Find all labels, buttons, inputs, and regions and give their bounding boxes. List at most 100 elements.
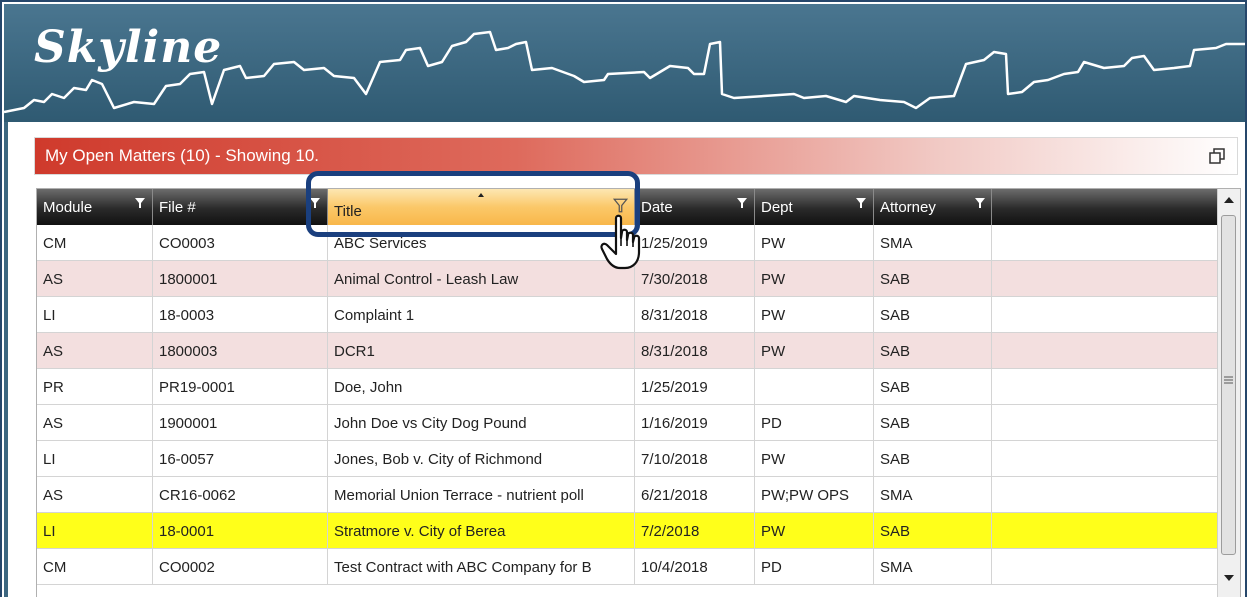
cell-module: AS [37, 405, 153, 441]
cell-file: 1800003 [153, 333, 328, 369]
cell-attorney: SAB [874, 369, 992, 405]
header-banner: Skyline [4, 4, 1245, 122]
cell-file: CO0003 [153, 225, 328, 261]
column-header-dept[interactable]: Dept [755, 189, 874, 225]
column-label: Attorney [880, 199, 936, 216]
cell-module: PR [37, 369, 153, 405]
column-label: Date [641, 199, 673, 216]
column-label: Module [43, 199, 93, 216]
cell-dept: PW [755, 261, 874, 297]
table-row[interactable]: LI 18-0003 Complaint 1 8/31/2018 PW SAB [37, 297, 1217, 333]
cell-module: LI [37, 297, 153, 333]
cell-file: CO0002 [153, 549, 328, 585]
cell-date: 7/30/2018 [635, 261, 755, 297]
cell-attorney: SMA [874, 225, 992, 261]
cell-module: AS [37, 261, 153, 297]
cell-filler [992, 225, 1217, 261]
cell-filler [992, 441, 1217, 477]
filter-icon[interactable] [736, 197, 748, 209]
cell-dept [755, 369, 874, 405]
column-label: Dept [761, 199, 793, 216]
scroll-up-icon[interactable] [1218, 189, 1240, 211]
cell-file: PR19-0001 [153, 369, 328, 405]
table-row-selected[interactable]: LI 18-0001 Stratmore v. City of Berea 7/… [37, 513, 1217, 549]
cell-title: Jones, Bob v. City of Richmond [328, 441, 635, 477]
restore-window-icon[interactable] [1209, 148, 1225, 164]
grip-icon [1224, 376, 1233, 384]
cell-date: 8/31/2018 [635, 333, 755, 369]
cell-attorney: SAB [874, 261, 992, 297]
cell-file: 1900001 [153, 405, 328, 441]
cell-title: Stratmore v. City of Berea [328, 513, 635, 549]
cell-file: 1800001 [153, 261, 328, 297]
cell-file: 16-0057 [153, 441, 328, 477]
cell-module: LI [37, 441, 153, 477]
cell-date: 1/25/2019 [635, 369, 755, 405]
cell-filler [992, 261, 1217, 297]
cell-file: CR16-0062 [153, 477, 328, 513]
column-header-attorney[interactable]: Attorney [874, 189, 992, 225]
cell-filler [992, 405, 1217, 441]
cell-date: 1/25/2019 [635, 225, 755, 261]
scroll-down-icon[interactable] [1218, 567, 1240, 589]
cell-module: AS [37, 477, 153, 513]
table-row[interactable]: AS 1900001 John Doe vs City Dog Pound 1/… [37, 405, 1217, 441]
cell-date: 7/10/2018 [635, 441, 755, 477]
cell-attorney: SMA [874, 549, 992, 585]
table-row[interactable]: CM CO0002 Test Contract with ABC Company… [37, 549, 1217, 585]
cell-title: Doe, John [328, 369, 635, 405]
cell-attorney: SAB [874, 513, 992, 549]
cell-attorney: SAB [874, 405, 992, 441]
cell-module: AS [37, 333, 153, 369]
cell-filler [992, 477, 1217, 513]
panel-title: My Open Matters (10) - Showing 10. [45, 146, 320, 165]
cell-filler [992, 333, 1217, 369]
cell-attorney: SAB [874, 333, 992, 369]
cell-title: Animal Control - Leash Law [328, 261, 635, 297]
skyline-logo: Skyline [34, 22, 223, 73]
filter-icon[interactable] [974, 197, 986, 209]
cell-file: 18-0003 [153, 297, 328, 333]
cell-date: 6/21/2018 [635, 477, 755, 513]
column-header-date[interactable]: Date [635, 189, 755, 225]
cell-title: DCR1 [328, 333, 635, 369]
cell-dept: PW [755, 333, 874, 369]
filter-icon[interactable] [134, 197, 146, 209]
cell-attorney: SAB [874, 441, 992, 477]
table-row[interactable]: PR PR19-0001 Doe, John 1/25/2019 SAB [37, 369, 1217, 405]
title-column-highlight [306, 171, 640, 237]
cell-date: 1/16/2019 [635, 405, 755, 441]
column-label: File # [159, 199, 196, 216]
cell-title: Test Contract with ABC Company for B [328, 549, 635, 585]
cell-dept: PW [755, 513, 874, 549]
filter-icon[interactable] [855, 197, 867, 209]
column-header-file[interactable]: File # [153, 189, 328, 225]
cell-filler [992, 369, 1217, 405]
column-header-module[interactable]: Module [37, 189, 153, 225]
cell-filler [992, 297, 1217, 333]
cell-date: 10/4/2018 [635, 549, 755, 585]
cell-dept: PW [755, 297, 874, 333]
cell-title: Memorial Union Terrace - nutrient poll [328, 477, 635, 513]
cell-dept: PW;PW OPS [755, 477, 874, 513]
cell-title: Complaint 1 [328, 297, 635, 333]
cell-file: 18-0001 [153, 513, 328, 549]
cell-date: 8/31/2018 [635, 297, 755, 333]
cell-dept: PD [755, 405, 874, 441]
table-row[interactable]: AS CR16-0062 Memorial Union Terrace - nu… [37, 477, 1217, 513]
table-row[interactable]: AS 1800003 DCR1 8/31/2018 PW SAB [37, 333, 1217, 369]
cell-dept: PW [755, 441, 874, 477]
cell-module: CM [37, 225, 153, 261]
cell-module: CM [37, 549, 153, 585]
cell-filler [992, 549, 1217, 585]
cell-attorney: SMA [874, 477, 992, 513]
table-row[interactable]: LI 16-0057 Jones, Bob v. City of Richmon… [37, 441, 1217, 477]
cell-attorney: SAB [874, 297, 992, 333]
cell-filler [992, 513, 1217, 549]
vertical-scrollbar[interactable] [1217, 189, 1240, 597]
scrollbar-thumb[interactable] [1221, 215, 1236, 555]
hand-pointer-icon [600, 214, 641, 270]
cell-dept: PD [755, 549, 874, 585]
cell-title: John Doe vs City Dog Pound [328, 405, 635, 441]
cell-dept: PW [755, 225, 874, 261]
